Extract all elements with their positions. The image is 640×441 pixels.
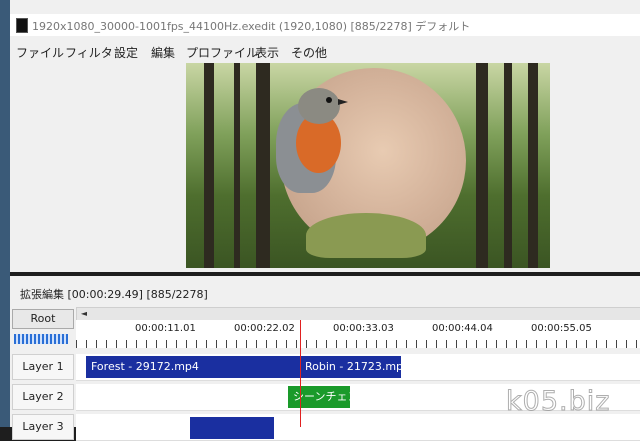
time-ruler[interactable]: 00:00:11.01 00:00:22.02 00:00:33.03 00:0… — [76, 320, 640, 348]
playhead[interactable] — [300, 320, 301, 427]
tree-trunk — [528, 63, 538, 268]
robin-beak — [338, 99, 348, 105]
timeline-title: 拡張編集 [00:00:29.49] [885/2278] — [20, 288, 208, 301]
menu-edit[interactable]: 編集 — [151, 44, 175, 61]
video-preview[interactable] — [186, 63, 550, 268]
ruler-label: 00:00:11.01 — [135, 323, 196, 334]
clip-robin[interactable]: Robin - 21723.mp4 — [300, 356, 401, 378]
layer-3-lane[interactable] — [76, 414, 640, 441]
clip-layer-3[interactable] — [190, 417, 274, 439]
menu-bar: ファイル フィルタ 設定 編集 プロファイル 表示 その他 — [10, 40, 640, 62]
moss — [306, 213, 426, 258]
tree-trunk — [256, 63, 270, 268]
menu-profile[interactable]: プロファイル — [186, 44, 258, 61]
menu-view[interactable]: 表示 — [255, 44, 279, 61]
robin-eye — [326, 97, 332, 103]
watermark: k05.biz — [505, 386, 611, 418]
title-bar: 1920x1080_30000-1001fps_44100Hz.exedit (… — [10, 14, 640, 36]
menu-settings[interactable]: 設定 — [114, 44, 138, 61]
ruler-label: 00:00:44.04 — [432, 323, 493, 334]
layer-3-label[interactable]: Layer 3 — [12, 414, 74, 440]
zoom-slider[interactable] — [14, 334, 68, 344]
tree-trunk — [204, 63, 214, 268]
ruler-label: 00:00:55.05 — [531, 323, 592, 334]
window-title: 1920x1080_30000-1001fps_44100Hz.exedit (… — [32, 20, 471, 33]
root-button[interactable]: Root — [12, 309, 74, 329]
app-icon — [16, 18, 28, 33]
scroll-left-icon[interactable]: ◄ — [77, 308, 91, 320]
clip-forest[interactable]: Forest - 29172.mp4 — [86, 356, 300, 378]
clip-scene-change[interactable]: シーンチェンジ — [288, 386, 350, 408]
menu-other[interactable]: その他 — [291, 44, 327, 61]
ruler-ticks — [76, 340, 640, 348]
robin-head — [298, 88, 340, 124]
horizontal-scrollbar[interactable]: ◄ — [76, 307, 640, 321]
tree-trunk — [234, 63, 240, 268]
layer-2-label[interactable]: Layer 2 — [12, 384, 74, 410]
menu-file[interactable]: ファイル — [16, 44, 64, 61]
menu-filter[interactable]: フィルタ — [65, 44, 113, 61]
ruler-label: 00:00:22.02 — [234, 323, 295, 334]
layer-1-label[interactable]: Layer 1 — [12, 354, 74, 380]
ruler-label: 00:00:33.03 — [333, 323, 394, 334]
tree-trunk — [476, 63, 488, 268]
tree-trunk — [504, 63, 512, 268]
layer-1-lane[interactable]: Forest - 29172.mp4 Robin - 21723.mp4 — [76, 354, 640, 381]
window-frame — [0, 0, 10, 427]
